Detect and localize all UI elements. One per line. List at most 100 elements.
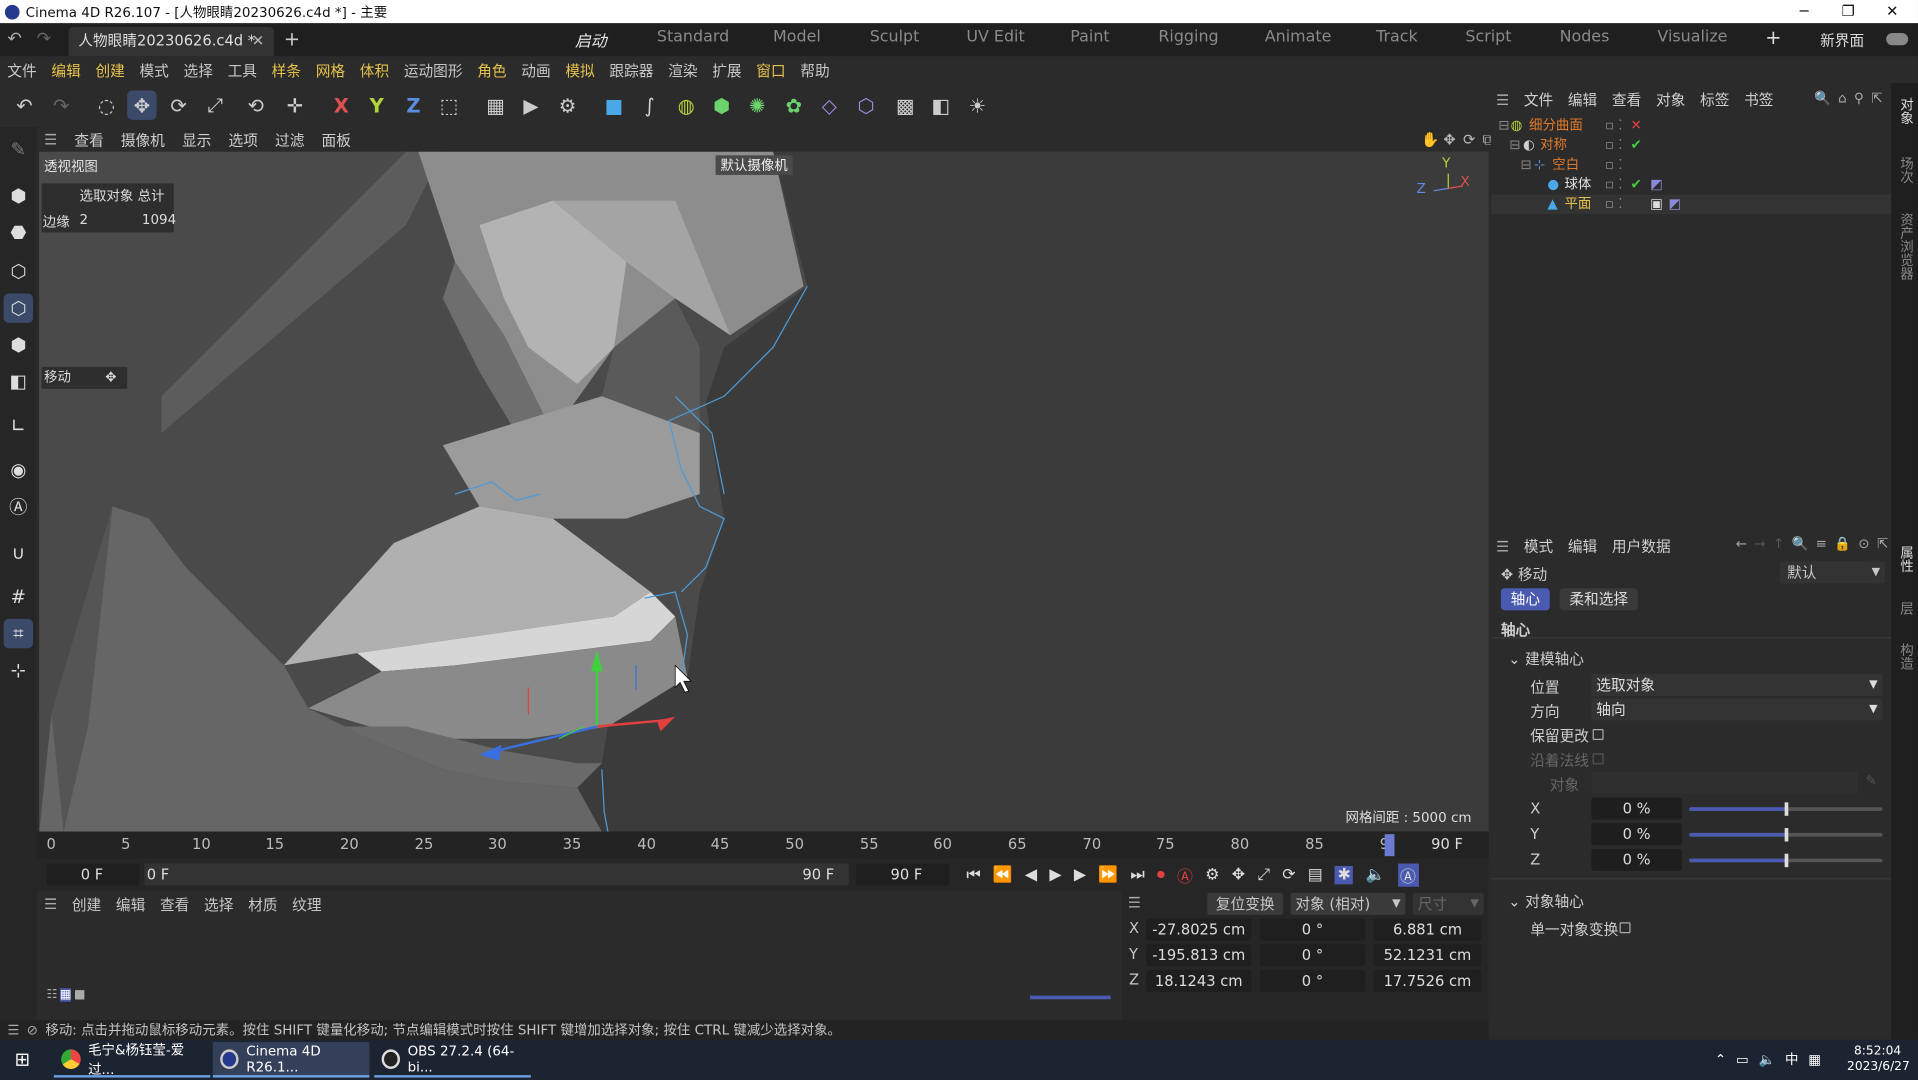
- keep-changes-checkbox[interactable]: [1592, 728, 1604, 740]
- menu-character[interactable]: 角色: [477, 59, 506, 80]
- menu-tools[interactable]: 工具: [228, 59, 257, 80]
- snap-icon[interactable]: Ⓐ: [4, 492, 33, 521]
- rotate-view-icon[interactable]: ⟳: [1463, 131, 1475, 148]
- layer-icon[interactable]: ▫: [1605, 116, 1614, 136]
- position-select[interactable]: 选取对象 ▼: [1591, 673, 1883, 696]
- list-view-icon[interactable]: ☷: [46, 988, 57, 1001]
- universal-tool-icon[interactable]: ✛: [280, 91, 309, 120]
- uv-mode-icon[interactable]: ◧: [4, 367, 33, 396]
- layout-tab-standard[interactable]: Standard: [657, 28, 729, 46]
- object-link-field[interactable]: [1591, 771, 1859, 794]
- camera-icon[interactable]: ◧: [926, 91, 955, 120]
- quantize-icon[interactable]: ⌗: [3, 618, 34, 649]
- visibility-dots-icon[interactable]: ⁚: [1618, 116, 1622, 136]
- taskbar-item-obs[interactable]: OBS 27.2.4 (64-bi...: [374, 1042, 531, 1078]
- slider-knob[interactable]: [1784, 853, 1789, 868]
- next-key-icon[interactable]: ⏩: [1098, 866, 1118, 884]
- size-mode-select[interactable]: 尺寸 ▼: [1412, 892, 1484, 915]
- maximize-button[interactable]: ❐: [1826, 0, 1870, 23]
- om-menu-file[interactable]: 文件: [1524, 89, 1553, 110]
- key-scale-icon[interactable]: ⤢: [1257, 866, 1270, 884]
- windows-start-icon[interactable]: ⊞: [15, 1048, 30, 1070]
- filter-icon[interactable]: ⚲: [1854, 91, 1864, 107]
- playhead[interactable]: [1384, 834, 1395, 857]
- play-icon[interactable]: ▶: [1049, 866, 1061, 884]
- menu-render[interactable]: 渲染: [668, 59, 697, 80]
- extrude-icon[interactable]: ⬢: [707, 91, 736, 120]
- coordinate-mode-select[interactable]: 对象 (相对) ▼: [1290, 892, 1406, 915]
- layout-tab-rigging[interactable]: Rigging: [1158, 28, 1218, 46]
- document-tab[interactable]: 人物眼睛20230626.c4d * ✕: [68, 26, 274, 57]
- layout-tab-track[interactable]: Track: [1376, 28, 1418, 46]
- axis-z-field[interactable]: 0 %: [1591, 848, 1682, 871]
- floor-grid-icon[interactable]: ▩: [890, 91, 919, 120]
- key-rotation-icon[interactable]: ⟳: [1282, 866, 1295, 884]
- back-arrow-icon[interactable]: ←: [1736, 536, 1747, 552]
- layout-tab-script[interactable]: Script: [1465, 28, 1511, 46]
- model-mode-icon[interactable]: ⬢: [4, 181, 33, 210]
- new-layout-label[interactable]: 新界面: [1820, 29, 1864, 50]
- locked-workplane-icon[interactable]: ⊹: [4, 656, 33, 685]
- cube-icon[interactable]: ■: [599, 91, 628, 120]
- menu-extensions[interactable]: 扩展: [712, 59, 741, 80]
- interpolation-icon[interactable]: Ⓐ: [1397, 863, 1419, 887]
- object-row-symmetry[interactable]: ⊟ ◐ 对称 ▫ ⁚ ✔: [1491, 136, 1891, 156]
- collapse-icon[interactable]: ⊟: [1520, 155, 1531, 175]
- polygons-mode-icon[interactable]: ⬢: [4, 330, 33, 359]
- enabled-check-icon[interactable]: ✔: [1631, 136, 1642, 156]
- am-menu-mode[interactable]: 模式: [1524, 536, 1553, 557]
- mograph-icon[interactable]: ✿: [779, 91, 808, 120]
- slider-knob[interactable]: [1784, 828, 1789, 842]
- hamburger-icon[interactable]: ☰: [7, 1022, 19, 1038]
- group-modeling-axis[interactable]: ⌄ 建模轴心: [1508, 648, 1584, 669]
- render-view-icon[interactable]: ▦: [481, 91, 510, 120]
- spline-pen-icon[interactable]: ∫: [635, 91, 664, 120]
- popout-icon[interactable]: ⇱: [1877, 536, 1888, 552]
- current-frame-field[interactable]: 0 F: [46, 863, 140, 886]
- move-tool-icon[interactable]: ✥: [127, 90, 157, 120]
- tab-axis[interactable]: 轴心: [1500, 588, 1550, 611]
- max-frame-field[interactable]: 90 F: [856, 863, 950, 886]
- close-tab-icon[interactable]: ✕: [252, 27, 264, 54]
- add-layout-icon[interactable]: +: [1765, 26, 1781, 49]
- transform-tool-icon[interactable]: ⟲: [241, 91, 270, 120]
- object-row-subdivision[interactable]: ⊟ ◍ 细分曲面 ▫ ⁚ ✕: [1491, 116, 1891, 136]
- layer-icon[interactable]: ▫: [1605, 155, 1614, 175]
- viewport-menu-options[interactable]: 选项: [229, 129, 258, 150]
- popout-icon[interactable]: ⇱: [1871, 91, 1882, 107]
- magnet-icon[interactable]: ∪: [4, 538, 33, 567]
- om-menu-bookmarks[interactable]: 书签: [1744, 89, 1773, 110]
- material-menu-select[interactable]: 选择: [204, 893, 233, 914]
- coordinate-system-icon[interactable]: ⬚: [434, 91, 463, 120]
- network-icon[interactable]: ▭: [1736, 1051, 1749, 1067]
- solo-icon[interactable]: ◉: [4, 455, 33, 484]
- collapse-icon[interactable]: ⊟: [1509, 136, 1520, 156]
- ime-mode-icon[interactable]: ▦: [1808, 1051, 1821, 1067]
- visibility-dots-icon[interactable]: ⁚: [1618, 175, 1622, 195]
- layout-toggle[interactable]: [1886, 33, 1909, 46]
- points-mode-icon[interactable]: ⬡: [4, 257, 33, 286]
- hamburger-icon[interactable]: ☰: [1128, 894, 1141, 911]
- axis-z-slider[interactable]: [1689, 853, 1883, 868]
- viewport-menu-panel[interactable]: 面板: [322, 129, 351, 150]
- menu-edit[interactable]: 编辑: [51, 59, 80, 80]
- viewport-menu-filter[interactable]: 过滤: [275, 129, 304, 150]
- x-axis-lock-icon[interactable]: X: [327, 91, 356, 120]
- lock-icon[interactable]: 🔒: [1834, 536, 1851, 552]
- taskbar-clock[interactable]: 8:52:04 2023/6/27: [1847, 1043, 1910, 1075]
- z-axis-lock-icon[interactable]: Z: [399, 91, 428, 120]
- layout-tab-animate[interactable]: Animate: [1265, 28, 1332, 46]
- position-z-field[interactable]: 18.1243 cm: [1146, 969, 1252, 992]
- axis-x-slider[interactable]: [1689, 802, 1883, 816]
- axis-y-slider[interactable]: [1689, 828, 1883, 842]
- viewport-menu-display[interactable]: 显示: [182, 129, 211, 150]
- menu-spline[interactable]: 样条: [272, 59, 301, 80]
- rotation-p-field[interactable]: 0 °: [1259, 944, 1366, 967]
- side-tab-asset-browser[interactable]: 资产浏览器: [1896, 213, 1916, 280]
- scale-tool-icon[interactable]: ⤢: [201, 91, 230, 120]
- object-row-null[interactable]: ⊟ ⊹ 空白 ▫ ⁚: [1491, 155, 1891, 175]
- visibility-dots-icon[interactable]: ⁚: [1618, 155, 1622, 175]
- along-normal-checkbox[interactable]: [1592, 753, 1604, 765]
- menu-select[interactable]: 选择: [184, 59, 213, 80]
- rotation-h-field[interactable]: 0 °: [1259, 918, 1366, 941]
